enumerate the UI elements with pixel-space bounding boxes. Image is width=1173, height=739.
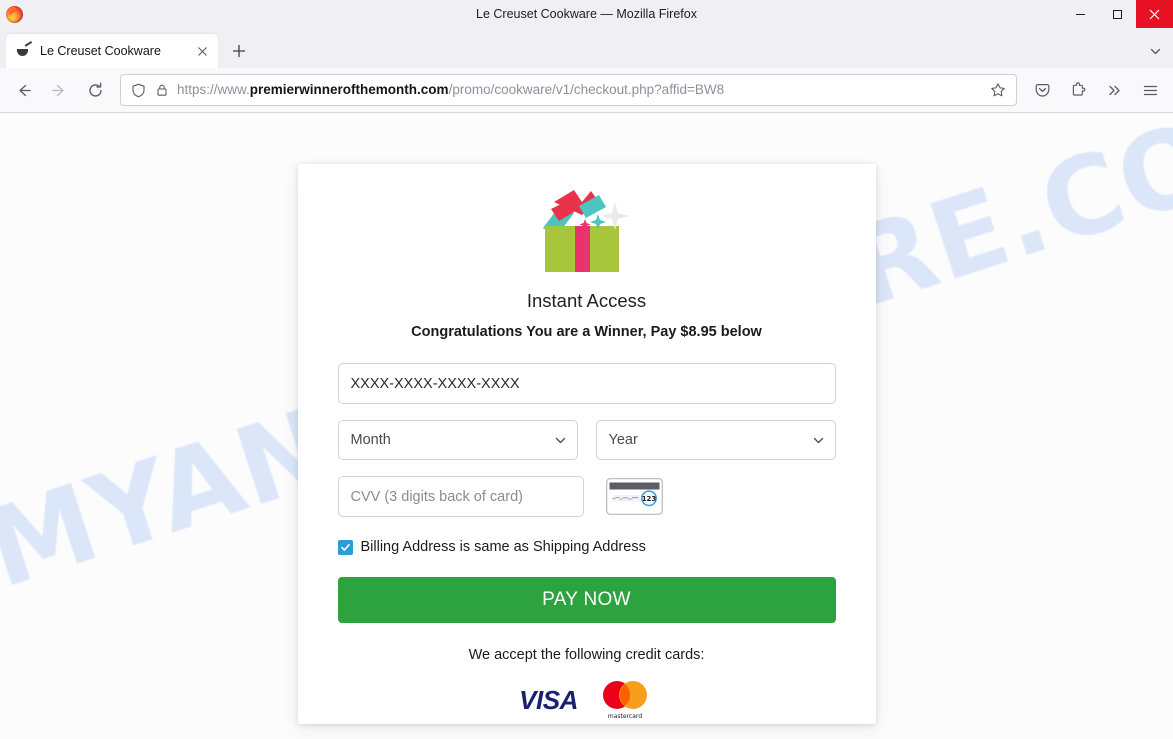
mastercard-wordmark: mastercard (608, 713, 642, 720)
tracking-protection-shield-icon[interactable] (129, 81, 147, 99)
billing-address-label: Billing Address is same as Shipping Addr… (360, 539, 646, 555)
navigation-toolbar: https://www.premierwinnerofthemonth.com/… (0, 68, 1173, 113)
url-scheme: https://www. (177, 82, 250, 97)
url-domain: premierwinnerofthemonth.com (249, 82, 449, 97)
expiry-year-select[interactable]: Year (595, 420, 836, 460)
tab-title: Le Creuset Cookware (40, 44, 161, 58)
checkout-card: Instant Access Congratulations You are a… (297, 164, 876, 724)
application-menu-button[interactable] (1133, 74, 1167, 106)
title-bar: Le Creuset Cookware — Mozilla Firefox (0, 0, 1173, 28)
mastercard-logo: mastercard (602, 681, 647, 720)
visa-logo: VISA (519, 684, 578, 715)
card-number-input[interactable]: XXXX-XXXX-XXXX-XXXX (337, 363, 836, 404)
toolbar-right-buttons (1025, 74, 1167, 106)
page-title: Instant Access (526, 290, 647, 311)
minimize-button[interactable] (1062, 0, 1099, 28)
promo-subheading: Congratulations You are a Winner, Pay $8… (411, 324, 762, 340)
list-all-tabs-button[interactable] (1141, 37, 1169, 65)
new-tab-button[interactable] (224, 36, 254, 66)
card-logos: VISA mastercard (338, 679, 836, 721)
star-icon[interactable] (986, 78, 1010, 102)
firefox-logo-icon (6, 5, 23, 23)
address-bar[interactable]: https://www.premierwinnerofthemonth.com/… (120, 74, 1017, 106)
gift-box-icon (542, 190, 629, 272)
close-button[interactable] (1136, 0, 1173, 28)
window-controls (1062, 0, 1173, 28)
window-title: Le Creuset Cookware — Mozilla Firefox (476, 7, 697, 21)
page-viewport: MYANTISPYWARE.COM (0, 113, 1173, 739)
reload-button[interactable] (78, 74, 112, 106)
tab-le-creuset-cookware[interactable]: Le Creuset Cookware (6, 34, 218, 68)
payment-form: XXXX-XXXX-XXXX-XXXX Month Year CVV (3 di… (337, 363, 836, 721)
overflow-menu-button[interactable] (1097, 74, 1131, 106)
billing-address-checkbox-row[interactable]: Billing Address is same as Shipping Addr… (337, 539, 836, 555)
close-tab-button[interactable] (192, 41, 212, 61)
back-button[interactable] (6, 74, 40, 106)
month-select-wrapper: Month (337, 420, 578, 460)
pay-now-button[interactable]: PAY NOW (337, 577, 836, 623)
url-text[interactable]: https://www.premierwinnerofthemonth.com/… (177, 75, 976, 105)
cvv-hint-digits: 123 (641, 495, 656, 503)
year-select-wrapper: Year (595, 420, 836, 460)
accepted-cards-text: We accept the following credit cards: (468, 647, 705, 663)
billing-address-checkbox[interactable] (337, 539, 353, 555)
frying-pan-icon (16, 40, 33, 59)
save-to-pocket-button[interactable] (1025, 74, 1059, 106)
tab-strip: Le Creuset Cookware (0, 28, 1173, 68)
extensions-button[interactable] (1061, 74, 1095, 106)
expiry-month-select[interactable]: Month (337, 420, 578, 460)
cvv-input[interactable]: CVV (3 digits back of card) (337, 476, 584, 517)
firefox-window: Le Creuset Cookware — Mozilla Firefox Le… (0, 0, 1173, 739)
padlock-icon[interactable] (153, 81, 171, 99)
forward-button[interactable] (42, 74, 76, 106)
maximize-button[interactable] (1099, 0, 1136, 28)
cvv-card-back-icon: 123 (605, 478, 663, 515)
url-path: /promo/cookware/v1/checkout.php?affid=BW… (448, 82, 725, 97)
expiry-row: Month Year (337, 420, 836, 460)
cvv-row: CVV (3 digits back of card) 123 (337, 476, 836, 517)
